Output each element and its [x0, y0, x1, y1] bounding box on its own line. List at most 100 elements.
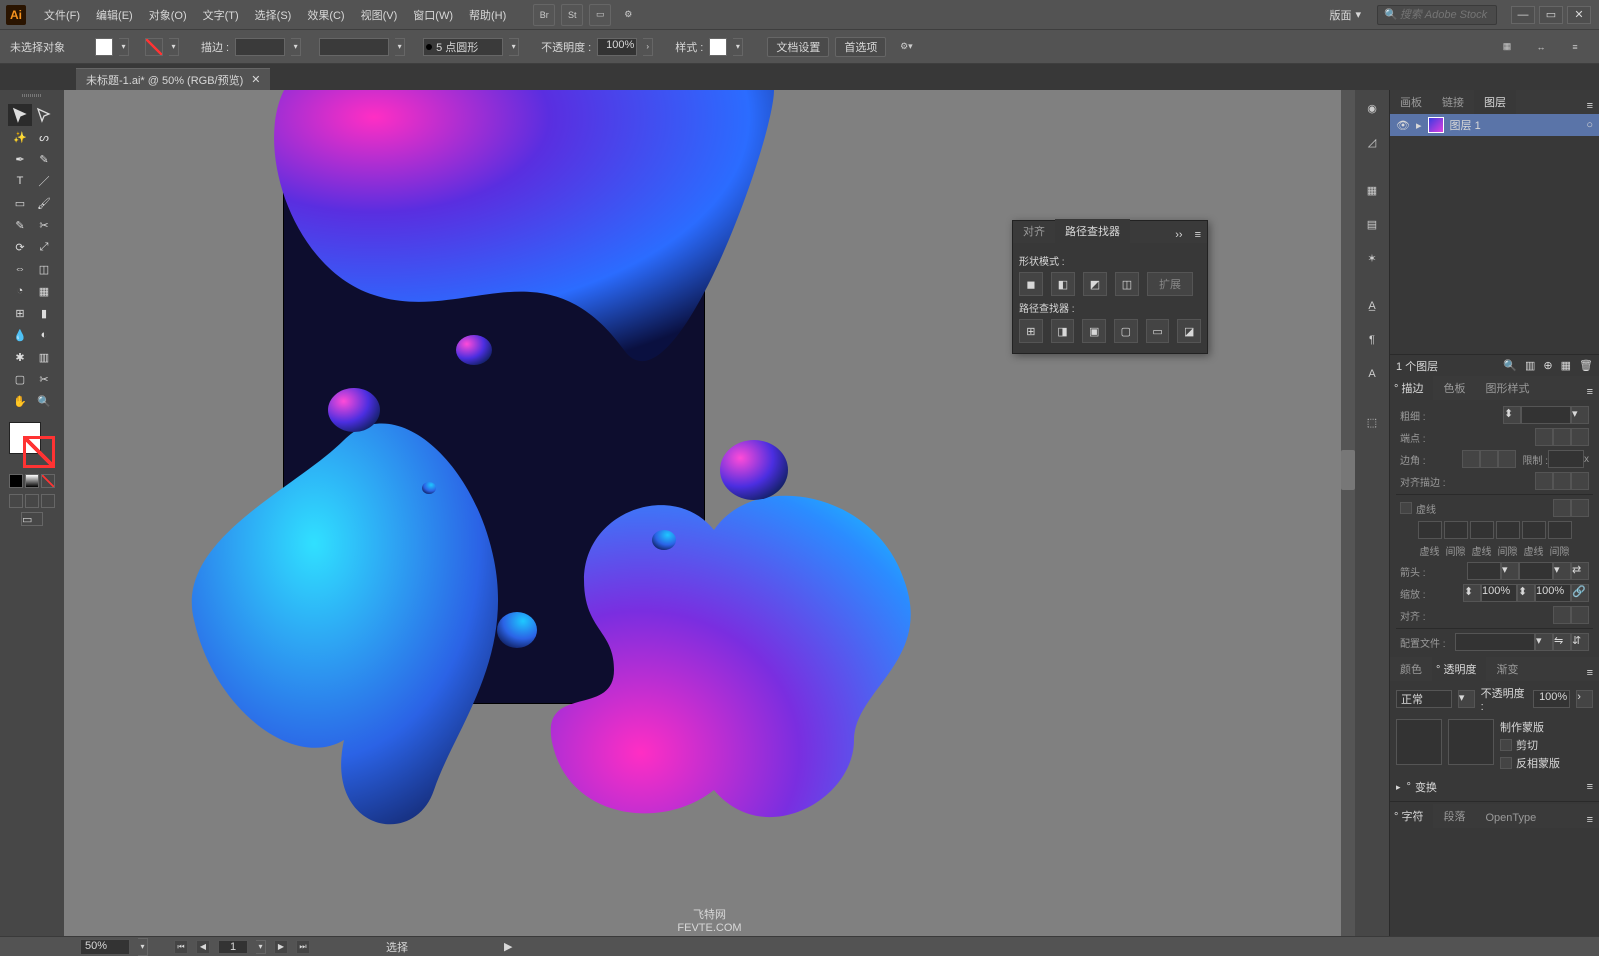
divide-button[interactable]: ⊞: [1019, 319, 1043, 343]
rotate-tool[interactable]: ⟳: [8, 236, 32, 258]
screen-mode[interactable]: ▭: [21, 512, 43, 526]
menu-help[interactable]: 帮助(H): [461, 0, 514, 29]
layer-row[interactable]: 👁 ▸ 图层 1 ○: [1390, 114, 1599, 136]
panel-menu-icon[interactable]: ≡: [1581, 812, 1599, 828]
close-tab-icon[interactable]: ✕: [251, 73, 260, 86]
document-tab[interactable]: 未标题-1.ai* @ 50% (RGB/预览) ✕: [76, 68, 270, 90]
draw-behind[interactable]: [25, 494, 39, 508]
arrow-scale-b[interactable]: 100%: [1535, 584, 1571, 602]
line-tool[interactable]: ／: [32, 170, 56, 192]
slice-tool[interactable]: ✂: [32, 368, 56, 390]
mesh-tool[interactable]: ⊞: [8, 302, 32, 324]
fill-swatch[interactable]: [95, 38, 113, 56]
arrow-start-dd[interactable]: ▾: [1501, 562, 1519, 580]
preferences-button[interactable]: 首选项: [835, 37, 886, 57]
new-sublayer-icon[interactable]: ⊕: [1543, 359, 1552, 372]
panel-collapse-icon[interactable]: ››: [1169, 227, 1188, 243]
arrow-start[interactable]: [1467, 562, 1501, 580]
selection-tool[interactable]: [8, 104, 32, 126]
panel-grip[interactable]: [12, 94, 52, 102]
color-icon[interactable]: ◉: [1362, 98, 1382, 118]
artboard-tool[interactable]: ▢: [8, 368, 32, 390]
dash-3[interactable]: [1522, 521, 1546, 539]
fill-dropdown[interactable]: ▾: [119, 38, 129, 56]
minus-front-button[interactable]: ◧: [1051, 272, 1075, 296]
align-pixel-icon[interactable]: ▦: [1496, 36, 1518, 58]
lasso-tool[interactable]: ᔕ: [32, 126, 56, 148]
stroke-swatch[interactable]: [145, 38, 163, 56]
panel-menu-icon[interactable]: ≡: [1189, 227, 1207, 243]
direct-selection-tool[interactable]: [32, 104, 56, 126]
tab-character[interactable]: ° 字符: [1390, 804, 1433, 828]
new-layer-icon[interactable]: ▦: [1561, 359, 1571, 372]
clip-icon[interactable]: ▥: [1525, 359, 1535, 372]
stock-icon[interactable]: St: [561, 4, 583, 26]
artboard-first[interactable]: ⏮: [174, 940, 188, 954]
tab-links[interactable]: 链接: [1432, 90, 1474, 114]
paintbrush-tool[interactable]: 🖌: [32, 192, 56, 214]
fill-stroke-indicator[interactable]: [9, 422, 55, 468]
panel-menu-icon[interactable]: ≡: [1581, 665, 1599, 681]
cap-butt[interactable]: [1535, 428, 1553, 446]
opacity-input[interactable]: 100%: [597, 38, 637, 56]
join-bevel[interactable]: [1498, 450, 1516, 468]
join-round[interactable]: [1480, 450, 1498, 468]
dash-2[interactable]: [1470, 521, 1494, 539]
arrow-align-b[interactable]: [1571, 606, 1589, 624]
artboard-next[interactable]: ▶: [274, 940, 288, 954]
invert-mask-checkbox[interactable]: [1500, 757, 1512, 769]
tab-graphic-styles[interactable]: 图形样式: [1475, 376, 1539, 400]
dash-preserve[interactable]: [1553, 499, 1571, 517]
tab-gradient[interactable]: 渐变: [1486, 657, 1528, 681]
pen-tool[interactable]: ✒: [8, 148, 32, 170]
search-input[interactable]: [1398, 8, 1490, 22]
zoom-select[interactable]: 50%: [80, 939, 130, 955]
eraser-tool[interactable]: ✂: [32, 214, 56, 236]
symbol-sprayer-tool[interactable]: ✱: [8, 346, 32, 368]
intersect-button[interactable]: ◩: [1083, 272, 1107, 296]
style-dd[interactable]: ▾: [733, 38, 743, 56]
symbols-icon[interactable]: ✶: [1362, 248, 1382, 268]
arrow-align-a[interactable]: [1553, 606, 1571, 624]
blend-mode-select[interactable]: 正常: [1396, 690, 1452, 708]
merge-button[interactable]: ▣: [1082, 319, 1106, 343]
artboard-prev[interactable]: ◀: [196, 940, 210, 954]
gradient-tool[interactable]: ▮: [32, 302, 56, 324]
join-miter[interactable]: [1462, 450, 1480, 468]
target-icon[interactable]: ○: [1586, 119, 1593, 131]
minus-back-button[interactable]: ◪: [1177, 319, 1201, 343]
artboard-dd[interactable]: ▾: [256, 940, 266, 954]
trim-button[interactable]: ◨: [1051, 319, 1075, 343]
stroke-dropdown[interactable]: ▾: [169, 38, 179, 56]
vertical-scrollbar[interactable]: [1341, 90, 1355, 936]
delete-layer-icon[interactable]: 🗑: [1579, 359, 1593, 372]
window-close[interactable]: ✕: [1567, 6, 1591, 24]
artboard-last[interactable]: ⏭: [296, 940, 310, 954]
stroke-icon[interactable]: A̲: [1362, 296, 1382, 316]
column-graph-tool[interactable]: ▥: [32, 346, 56, 368]
shaper-tool[interactable]: ✎: [8, 214, 32, 236]
color-mode-none[interactable]: [41, 474, 55, 488]
mask-thumb-b[interactable]: [1448, 719, 1494, 765]
profile-dd[interactable]: ▾: [1535, 633, 1553, 651]
playback-icon[interactable]: ▶: [504, 940, 512, 953]
opacity-input[interactable]: 100%: [1533, 690, 1570, 708]
tab-color[interactable]: 颜色: [1390, 657, 1432, 681]
tab-align[interactable]: 对齐: [1013, 219, 1055, 243]
free-transform-tool[interactable]: ◫: [32, 258, 56, 280]
flip-x[interactable]: ⇋: [1553, 633, 1571, 651]
stroke-weight-dd[interactable]: ▾: [291, 38, 301, 56]
curvature-tool[interactable]: ✎: [32, 148, 56, 170]
dash-1[interactable]: [1418, 521, 1442, 539]
gap-3[interactable]: [1548, 521, 1572, 539]
scroll-thumb[interactable]: [1341, 450, 1355, 490]
libraries-icon[interactable]: ⬚: [1362, 412, 1382, 432]
rectangle-tool[interactable]: ▭: [8, 192, 32, 214]
magic-wand-tool[interactable]: ✨: [8, 126, 32, 148]
panel-menu-icon[interactable]: ≡: [1581, 384, 1599, 400]
window-maximize[interactable]: ▭: [1539, 6, 1563, 24]
pathfinder-panel[interactable]: 对齐 路径查找器 ›› ≡ 形状模式 : ◼ ◧ ◩ ◫ 扩展 路径查找器 : …: [1012, 220, 1208, 354]
expand-button[interactable]: 扩展: [1147, 272, 1193, 296]
prefs-icon[interactable]: ⚙▾: [895, 36, 917, 58]
style-swatch[interactable]: [709, 38, 727, 56]
